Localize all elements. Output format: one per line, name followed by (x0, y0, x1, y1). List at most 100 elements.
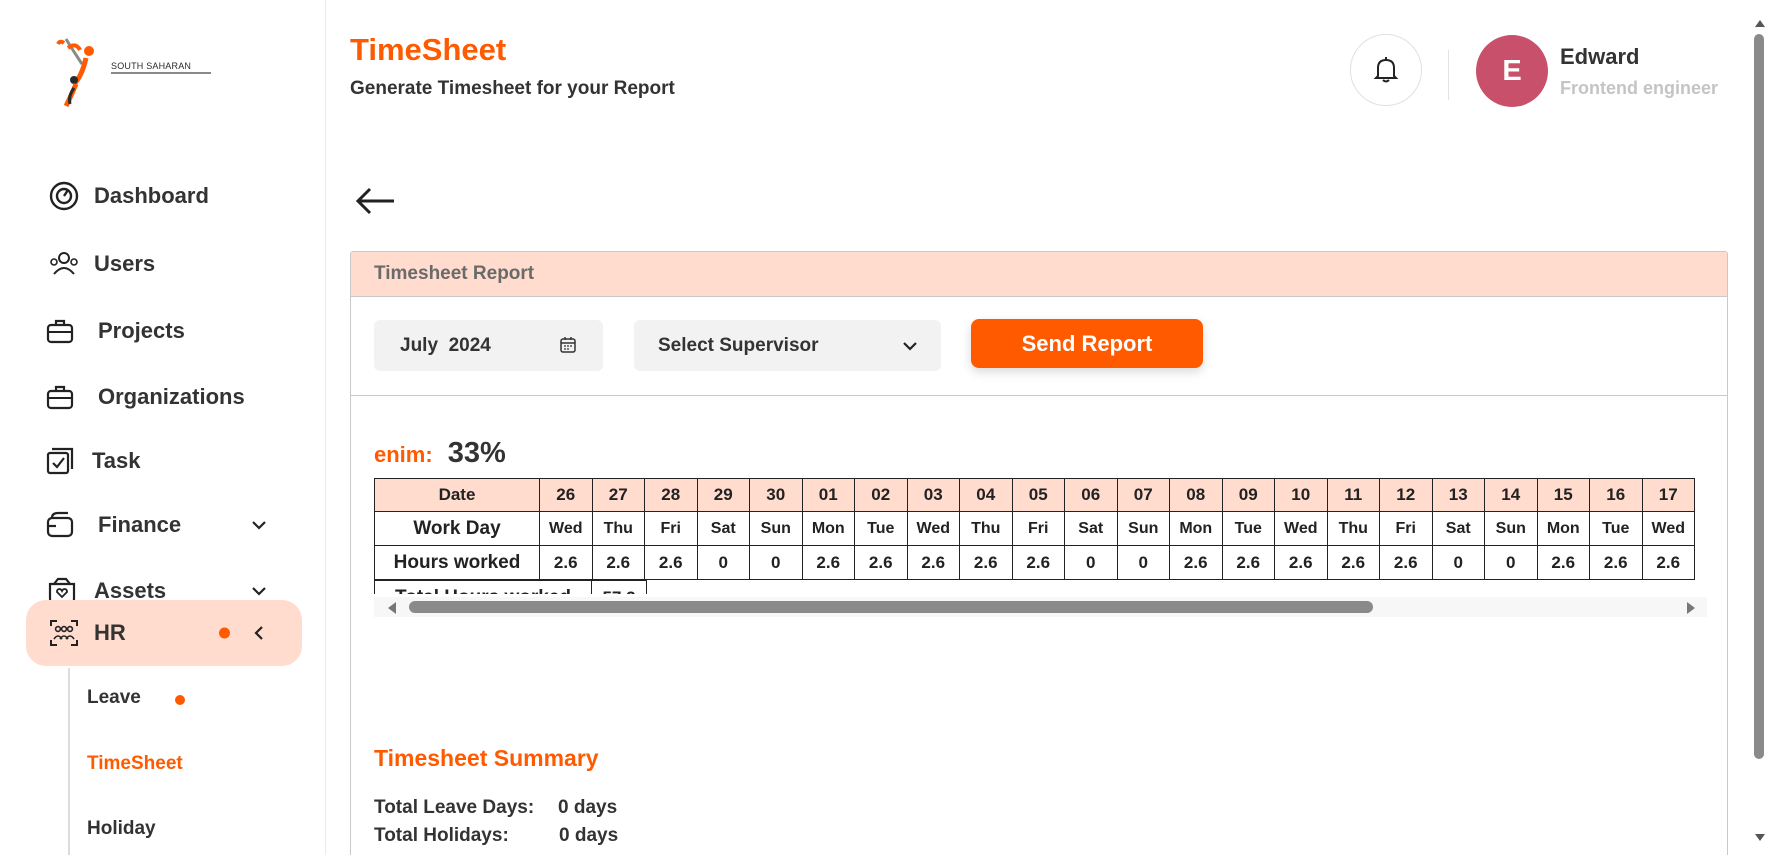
sidebar-item-organizations[interactable]: Organizations (26, 366, 302, 428)
dashboard-icon (49, 181, 79, 211)
calendar-icon[interactable] (559, 336, 577, 354)
users-icon (50, 252, 78, 275)
timesheet-table-scroll[interactable]: Date 26 27 28 29 30 01 02 03 04 05 06 07 08 09 10 11 12 1… (374, 478, 1707, 594)
summary-leave-label: Total Leave Days: (374, 797, 535, 818)
weekday-cell: Mon (1536, 511, 1590, 546)
report-controls: July 2024 Select Supervisor Send Report (351, 297, 1727, 396)
date-cell: 14 (1484, 478, 1538, 512)
summary-title: Timesheet Summary (374, 745, 599, 771)
send-report-button[interactable]: Send Report (971, 319, 1203, 368)
table-scrollbar[interactable] (374, 597, 1707, 617)
sidebar-item-label: Finance (98, 512, 182, 537)
sidebar-item-hr[interactable]: HR (26, 600, 302, 666)
hours-cell: 2.6 (801, 545, 855, 580)
weekday-cell: Thu (1326, 511, 1380, 546)
date-cell: 13 (1431, 478, 1485, 512)
sidebar-item-projects[interactable]: Projects (26, 300, 302, 362)
sidebar-item-finance[interactable]: Finance (26, 494, 302, 556)
scroll-up-icon[interactable] (1755, 20, 1765, 27)
row-label: Total Hours worked (374, 580, 592, 594)
sidebar-subitem-timesheet[interactable]: TimeSheet (87, 753, 183, 775)
date-cell: 04 (959, 478, 1013, 512)
total-hours-value: 57.2 (591, 580, 647, 594)
weekday-cell: Wed (906, 511, 960, 546)
sidebar-item-dashboard[interactable]: Dashboard (26, 165, 302, 227)
back-arrow-icon[interactable] (354, 186, 396, 216)
date-cell: 11 (1326, 478, 1380, 512)
hours-cell: 0 (749, 545, 803, 580)
sidebar-item-label: Organizations (98, 384, 245, 409)
scroll-right-icon[interactable] (1687, 602, 1695, 614)
sidebar-item-task[interactable]: Task (26, 430, 302, 492)
hours-cell: 0 (1431, 545, 1485, 580)
scroll-down-icon[interactable] (1755, 834, 1765, 841)
date-cell: 27 (591, 478, 645, 512)
page-scrollbar-thumb[interactable] (1754, 34, 1764, 759)
date-cell: 05 (1011, 478, 1065, 512)
total-row: Total Hours worked 57.2 (374, 580, 647, 594)
chevron-down-icon (252, 521, 266, 530)
hours-cell: 0 (1116, 545, 1170, 580)
hours-row: Hours worked 2.6 2.6 2.6 0 0 2.6 2.6 2.6 2.6 2.6 0… (374, 545, 1695, 580)
summary-holiday-label: Total Holidays: (374, 825, 509, 846)
chevron-left-icon (254, 626, 263, 640)
date-cell: 03 (906, 478, 960, 512)
date-cell: 08 (1169, 478, 1223, 512)
hours-cell: 2.6 (1536, 545, 1590, 580)
date-cell: 26 (539, 478, 593, 512)
month-value: July 2024 (400, 334, 491, 356)
scrollbar-thumb[interactable] (409, 601, 1373, 613)
date-cell: 30 (749, 478, 803, 512)
page-title: TimeSheet (350, 32, 507, 67)
user-role: Frontend engineer (1560, 78, 1719, 98)
finance-icon (46, 511, 74, 538)
supervisor-select[interactable]: Select Supervisor (634, 320, 941, 371)
hours-cell: 2.6 (644, 545, 698, 580)
weekday-cell: Wed (539, 511, 593, 546)
briefcase-icon (46, 385, 74, 410)
sidebar-subitem-leave[interactable]: Leave (87, 687, 141, 709)
hours-cell: 0 (696, 545, 750, 580)
app-root: SOUTH SAHARAN Dashboard Users Projects O… (0, 0, 1770, 855)
weekday-cell: Tue (854, 511, 908, 546)
weekday-cell: Fri (644, 511, 698, 546)
brand-logo[interactable]: SOUTH SAHARAN (46, 34, 211, 114)
scroll-left-icon[interactable] (388, 602, 396, 614)
sidebar-item-users[interactable]: Users (26, 233, 302, 295)
sidebar-item-label: Dashboard (94, 183, 209, 208)
notification-button[interactable] (1350, 34, 1422, 106)
logo-icon (56, 38, 94, 108)
date-cell: 12 (1379, 478, 1433, 512)
hours-cell: 2.6 (1169, 545, 1223, 580)
month-picker[interactable]: July 2024 (374, 320, 603, 371)
weekday-cell: Tue (1221, 511, 1275, 546)
page-scrollbar[interactable] (1754, 20, 1765, 841)
date-cell: 16 (1589, 478, 1643, 512)
avatar[interactable]: E (1476, 35, 1548, 107)
notification-dot (219, 627, 230, 639)
hours-cell: 2.6 (959, 545, 1013, 580)
bell-icon (1373, 57, 1399, 83)
sidebar-item-label: HR (94, 620, 126, 645)
logo-text: SOUTH SAHARAN (111, 61, 192, 71)
summary-holiday-value: 0 days (559, 825, 619, 846)
sidebar: SOUTH SAHARAN Dashboard Users Projects O… (0, 0, 326, 855)
date-cell: 15 (1536, 478, 1590, 512)
weekday-cell: Thu (591, 511, 645, 546)
hours-cell: 2.6 (1221, 545, 1275, 580)
weekday-cell: Sun (1116, 511, 1170, 546)
row-label: Hours worked (374, 545, 540, 580)
date-cell: 07 (1116, 478, 1170, 512)
weekday-cell: Sun (1484, 511, 1538, 546)
sidebar-subitem-holiday[interactable]: Holiday (87, 818, 156, 840)
chevron-down-icon (252, 587, 266, 596)
hours-cell: 2.6 (1011, 545, 1065, 580)
hours-cell: 2.6 (1641, 545, 1695, 580)
summary-leave: Total Leave Days: 0 days (374, 797, 617, 819)
hours-cell: 2.6 (854, 545, 908, 580)
hours-cell: 2.6 (906, 545, 960, 580)
page-subtitle: Generate Timesheet for your Report (350, 78, 675, 99)
hours-cell: 2.6 (1326, 545, 1380, 580)
hours-cell: 2.6 (1589, 545, 1643, 580)
logo-tagline (111, 72, 211, 74)
